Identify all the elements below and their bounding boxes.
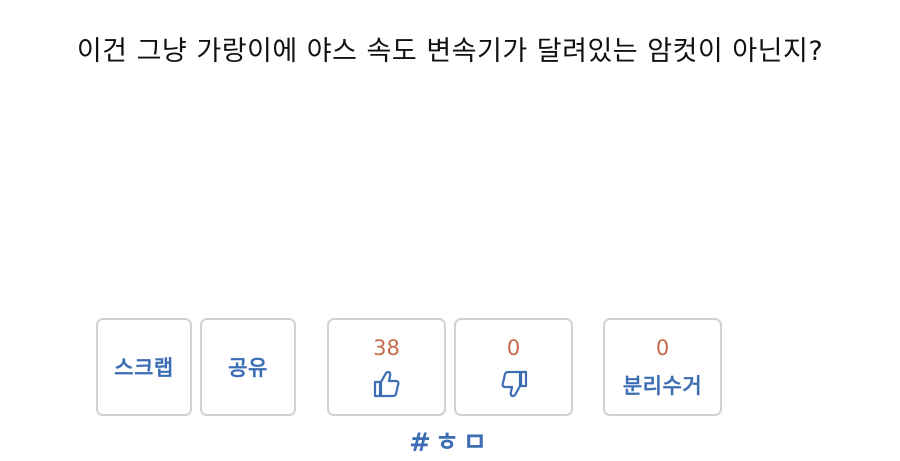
recycle-count: 0 xyxy=(655,336,670,360)
upvote-button[interactable]: 38 xyxy=(327,318,446,416)
thumbs-up-icon xyxy=(371,368,403,400)
share-button[interactable]: 공유 xyxy=(200,318,296,416)
downvote-button[interactable]: 0 xyxy=(454,318,573,416)
scrap-button[interactable]: 스크랩 xyxy=(96,318,192,416)
thumbs-down-icon xyxy=(498,368,530,400)
upvote-count: 38 xyxy=(373,336,400,360)
recycle-button-label: 분리수거 xyxy=(622,374,703,398)
hashtag-link[interactable]: #ㅎㅁ xyxy=(400,422,500,459)
share-button-label: 공유 xyxy=(228,356,268,380)
post-body-text: 이건 그냥 가랑이에 야스 속도 변속기가 달려있는 암컷이 아닌지? xyxy=(76,36,824,67)
scrap-button-label: 스크랩 xyxy=(114,356,174,380)
downvote-count: 0 xyxy=(506,336,521,360)
recycle-button[interactable]: 0 분리수거 xyxy=(603,318,722,416)
